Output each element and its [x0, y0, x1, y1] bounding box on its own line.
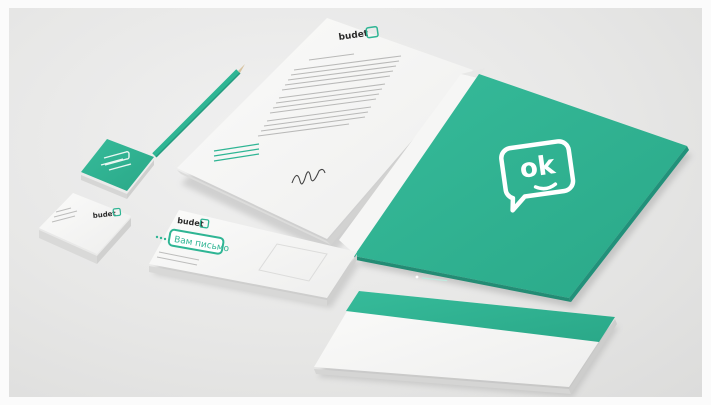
mockup-illustration: budet ok budet budet Вам письмо — [39, 18, 692, 397]
image-frame: budet ok budet budet Вам письмо — [0, 0, 711, 405]
folder-logo-text: ok — [518, 150, 558, 185]
business-cards-teal — [81, 139, 154, 199]
stationery-mockup-scene: budet ok budet budet Вам письмо — [9, 8, 702, 397]
business-cards-white: budet — [39, 193, 131, 264]
